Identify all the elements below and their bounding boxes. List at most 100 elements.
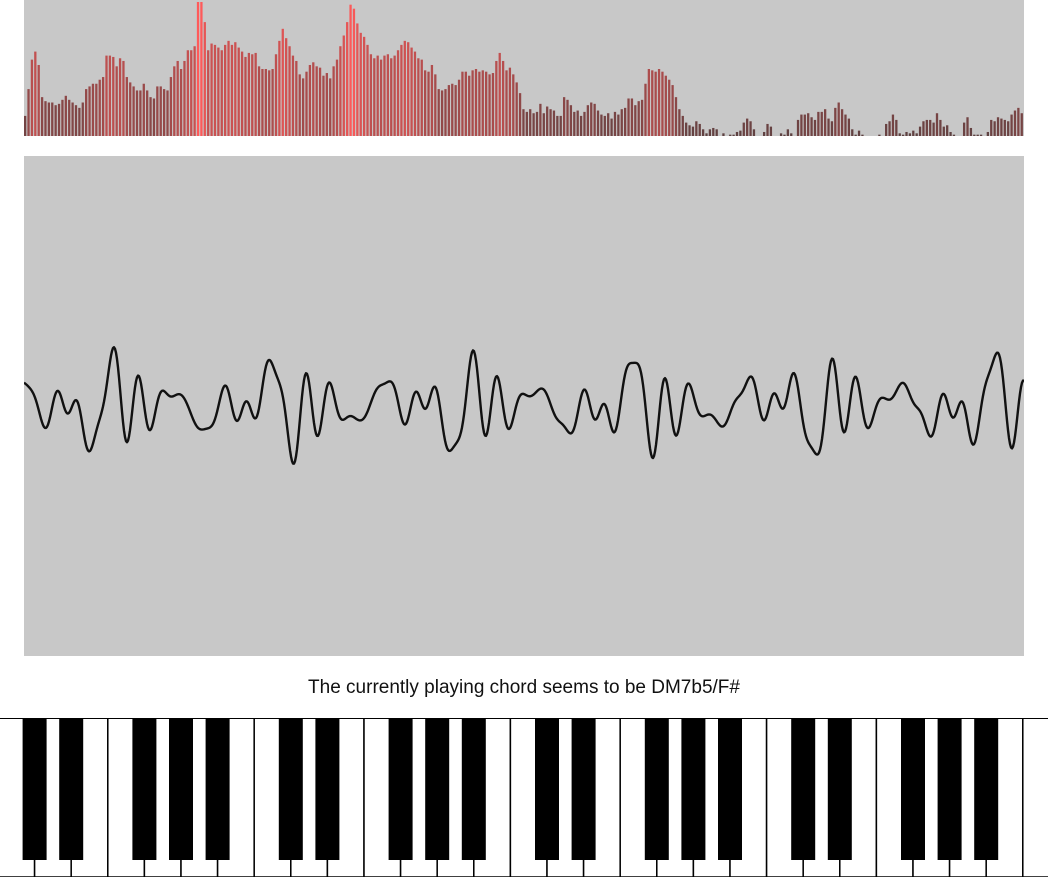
- spectrum-bar: [844, 114, 847, 136]
- spectrum-bar: [915, 133, 918, 136]
- spectrum-bar: [603, 115, 606, 136]
- piano-black-key[interactable]: [425, 718, 450, 860]
- spectrum-bar: [301, 78, 305, 136]
- spectrum-bar: [901, 134, 905, 136]
- spectrum-bar: [444, 89, 447, 136]
- spectrum-bar: [98, 79, 101, 136]
- piano-black-key[interactable]: [132, 718, 157, 860]
- spectrum-bar: [186, 50, 189, 136]
- spectrum-bar: [240, 51, 244, 136]
- spectrum-bar: [166, 90, 169, 136]
- spectrum-bar: [661, 71, 664, 136]
- spectrum-bar: [912, 130, 915, 136]
- spectrum-bar: [769, 126, 773, 136]
- spectrum-bar: [312, 62, 315, 136]
- frequency-spectrum-bars: [24, 2, 1023, 136]
- spectrum-bar: [386, 54, 389, 136]
- spectrum-bar: [335, 59, 339, 136]
- spectrum-bar: [895, 119, 898, 136]
- piano-black-key[interactable]: [59, 718, 84, 860]
- spectrum-bar: [417, 58, 420, 136]
- spectrum-bar: [688, 125, 691, 136]
- spectrum-bar: [790, 133, 793, 136]
- spectrum-bar: [851, 129, 854, 136]
- piano-keyboard[interactable]: [0, 718, 1048, 877]
- spectrum-bar: [81, 102, 84, 136]
- piano-black-key[interactable]: [644, 718, 669, 860]
- spectrum-bar: [651, 70, 654, 136]
- spectrum-bar: [837, 102, 840, 136]
- piano-black-key[interactable]: [901, 718, 925, 860]
- piano-black-key[interactable]: [827, 718, 852, 860]
- spectrum-bar: [57, 103, 61, 136]
- spectrum-bar: [85, 89, 88, 136]
- spectrum-bar: [478, 71, 481, 136]
- spectrum-bar: [254, 52, 257, 136]
- spectrum-bar: [562, 97, 566, 136]
- spectrum-bar: [373, 58, 376, 136]
- spectrum-bar: [674, 97, 678, 136]
- piano-black-key[interactable]: [535, 718, 559, 860]
- spectrum-bar: [834, 107, 837, 136]
- spectrum-bar: [78, 107, 81, 136]
- spectrum-bar: [179, 69, 183, 136]
- spectrum-bar: [698, 123, 701, 136]
- spectrum-bar: [162, 89, 166, 136]
- spectrum-bar: [30, 59, 34, 136]
- spectrum-bar: [129, 82, 132, 136]
- spectrum-bar: [213, 44, 217, 136]
- chord-detection-text: The currently playing chord seems to be …: [308, 677, 740, 698]
- spectrum-bar: [739, 130, 742, 136]
- piano-black-key[interactable]: [937, 718, 962, 860]
- spectrum-bar: [369, 54, 373, 136]
- spectrum-bar: [712, 127, 715, 136]
- piano-black-key[interactable]: [388, 718, 413, 860]
- piano-black-key[interactable]: [791, 718, 816, 860]
- spectrum-bar: [61, 99, 64, 136]
- spectrum-bar: [962, 122, 966, 136]
- spectrum-bar: [973, 134, 976, 136]
- piano-black-key[interactable]: [22, 718, 47, 860]
- spectrum-bar: [735, 131, 739, 136]
- spectrum-bar: [657, 69, 661, 136]
- spectrum-bar: [264, 69, 267, 136]
- spectrum-bar: [681, 115, 684, 136]
- piano-black-key[interactable]: [974, 718, 999, 860]
- spectrum-bar: [634, 105, 637, 136]
- piano-black-key[interactable]: [571, 718, 596, 860]
- spectrum-bar: [325, 73, 328, 136]
- spectrum-bar: [74, 105, 78, 136]
- spectrum-bar: [105, 55, 108, 136]
- spectrum-bar: [708, 129, 712, 136]
- spectrum-bar: [261, 69, 264, 136]
- piano-black-key[interactable]: [169, 718, 193, 860]
- piano-white-key[interactable]: [1022, 718, 1048, 877]
- spectrum-bar: [342, 35, 345, 136]
- piano-black-key[interactable]: [278, 718, 303, 860]
- spectrum-bar: [590, 102, 593, 136]
- spectrum-bar: [288, 46, 291, 136]
- frequency-spectrum-panel: [24, 0, 1024, 136]
- piano-black-key[interactable]: [315, 718, 340, 860]
- spectrum-bar: [247, 52, 251, 136]
- spectrum-bar: [149, 97, 152, 136]
- piano-black-key[interactable]: [461, 718, 486, 860]
- spectrum-bar: [88, 86, 91, 136]
- spectrum-bar: [620, 109, 623, 136]
- spectrum-bar: [281, 28, 284, 136]
- spectrum-bar: [1003, 119, 1006, 136]
- spectrum-bar: [122, 60, 125, 136]
- spectrum-bar: [1017, 107, 1020, 136]
- spectrum-bar: [966, 117, 969, 136]
- spectrum-bar: [705, 133, 708, 136]
- spectrum-bar: [630, 98, 634, 136]
- piano-black-key[interactable]: [718, 718, 742, 860]
- piano-keys[interactable]: [0, 718, 1048, 877]
- spectrum-bar: [271, 69, 274, 136]
- spectrum-bar: [664, 75, 667, 136]
- spectrum-bar: [464, 71, 467, 136]
- piano-black-key[interactable]: [205, 718, 230, 860]
- piano-black-key[interactable]: [681, 718, 706, 860]
- spectrum-bar: [24, 115, 27, 136]
- spectrum-bar: [891, 114, 895, 136]
